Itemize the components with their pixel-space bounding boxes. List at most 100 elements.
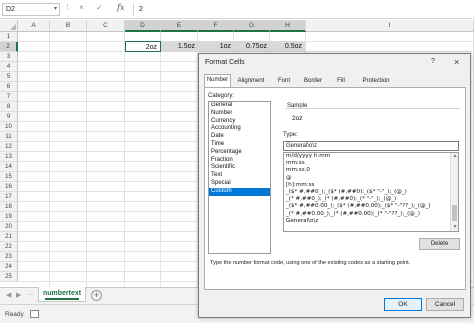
tab-protection[interactable]: Protection [355,75,397,87]
row-header-8[interactable]: 8 [0,102,18,112]
category-item-special[interactable]: Special [209,180,270,188]
delete-button[interactable]: Delete [419,238,460,250]
row-header-15[interactable]: 15 [0,172,18,182]
row-header-9[interactable]: 9 [0,112,18,122]
row-header-7[interactable]: 7 [0,92,18,102]
row-header-17[interactable]: 17 [0,192,18,202]
scroll-right-icon[interactable]: ▶ [16,291,21,299]
column-header-g[interactable]: G [234,20,270,32]
format-list-scrollbar[interactable]: ▲ ▼ [450,153,458,231]
category-item-currency[interactable]: Currency [209,118,270,126]
category-item-general[interactable]: General [209,102,270,110]
column-header-h[interactable]: H [270,20,306,32]
cancel-button[interactable]: Cancel [426,298,464,311]
cell-f2[interactable]: 1oz [198,41,234,52]
format-code-item[interactable]: _(* #,##0.00_);_(* (#,##0.00);_(* "-"??_… [284,211,450,218]
row-header-13[interactable]: 13 [0,152,18,162]
format-code-list[interactable]: m/d/yyyy h:mm mm:ss mm:ss.0 @ [h]:mm:ss _($* … [283,152,459,232]
category-item-fraction[interactable]: Fraction [209,157,270,165]
more-sheets-icon[interactable]: … [27,290,34,297]
scroll-up-icon[interactable]: ▲ [451,153,458,160]
row-header-21[interactable]: 21 [0,232,18,242]
cell-h2[interactable]: 0.5oz [270,41,305,52]
format-code-item[interactable]: [h]:mm:ss [284,182,450,189]
scroll-left-icon[interactable]: ◀ [6,291,11,299]
formula-bar: D2 ▾ ⋮ × ✓ fx 2 [0,0,474,19]
column-header-b[interactable]: B [50,20,87,32]
row-header-16[interactable]: 16 [0,182,18,192]
cancel-entry-icon[interactable]: × [79,3,84,12]
category-item-accounting[interactable]: Accounting [209,125,270,133]
format-code-item[interactable]: @ [284,175,450,182]
column-header-e[interactable]: E [161,20,198,32]
format-code-item[interactable]: m/d/yyyy h:mm [284,153,450,160]
row-header-3[interactable]: 3 [0,52,18,62]
help-icon[interactable]: ? [431,58,435,65]
dialog-title: Format Cells [205,59,245,66]
type-input[interactable]: General\o\z [283,141,459,151]
tab-number[interactable]: Number [204,74,231,88]
column-header-c[interactable]: C [87,20,125,32]
cell-d2[interactable]: 2oz [125,41,161,52]
dialog-tabs: Number Alignment Font Border Fill Protec… [204,74,466,88]
category-item-text[interactable]: Text [209,172,270,180]
category-item-date[interactable]: Date [209,133,270,141]
row-header-4[interactable]: 4 [0,62,18,72]
row-header-18[interactable]: 18 [0,202,18,212]
tab-border[interactable]: Border [298,75,328,87]
ok-button[interactable]: OK [384,298,422,311]
category-item-custom[interactable]: Custom [209,187,270,196]
name-box[interactable]: D2 ▾ [2,3,60,16]
formula-input[interactable]: 2 [133,3,472,16]
page-view-icon[interactable] [30,310,39,318]
row-header-22[interactable]: 22 [0,242,18,252]
add-sheet-icon[interactable]: + [91,290,102,301]
row-header-24[interactable]: 24 [0,262,18,272]
row-header-19[interactable]: 19 [0,212,18,222]
row-header-14[interactable]: 14 [0,162,18,172]
category-item-percentage[interactable]: Percentage [209,149,270,157]
type-label: Type: [283,132,298,138]
sheet-tab-numbertext[interactable]: numbertext [38,287,86,302]
cell-e2[interactable]: 1.5oz [161,41,198,52]
format-code-item[interactable]: _($* #,##0.00_);_($* (#,##0.00);_($* "-"… [284,203,450,210]
row-header-10[interactable]: 10 [0,122,18,132]
status-text: Ready [5,311,24,318]
tab-alignment[interactable]: Alignment [232,75,270,87]
column-header-f[interactable]: F [198,20,234,32]
chevron-down-icon[interactable]: ▾ [54,4,57,15]
insert-function-icon[interactable]: fx [117,3,124,12]
column-header-d[interactable]: D [125,20,161,32]
close-icon[interactable]: × [454,57,459,67]
column-header-i[interactable]: I [306,20,474,32]
format-code-item[interactable]: _($* #,##0_);_($* (#,##0);_($* "-"_);_(@… [284,189,450,196]
cell-g2[interactable]: 0.75oz [234,41,270,52]
format-cells-dialog: Format Cells ? × Number Alignment Font B… [198,53,471,318]
category-item-scientific[interactable]: Scientific [209,164,270,172]
format-code-item[interactable]: mm:ss [284,160,450,167]
row-header-2[interactable]: 2 [0,42,18,52]
scrollbar-thumb[interactable] [452,205,457,221]
row-header-11[interactable]: 11 [0,132,18,142]
format-code-item[interactable]: _(* #,##0_);_(* (#,##0);_(* "-"_);_(@_) [284,196,450,203]
category-item-time[interactable]: Time [209,141,270,149]
select-all-corner[interactable] [0,20,18,32]
format-code-item[interactable]: General\o\z [284,218,450,225]
category-list[interactable]: General Number Currency Accounting Date Time P… [208,101,271,254]
category-item-number[interactable]: Number [209,110,270,118]
format-code-item[interactable]: mm:ss.0 [284,167,450,174]
row-header-12[interactable]: 12 [0,142,18,152]
row-header-6[interactable]: 6 [0,82,18,92]
scroll-down-icon[interactable]: ▼ [451,224,458,231]
column-header-a[interactable]: A [18,20,50,32]
row-header-23[interactable]: 23 [0,252,18,262]
row-header-5[interactable]: 5 [0,72,18,82]
number-tab-panel: Category: General Number Currency Accountin… [204,87,466,290]
row-header-25[interactable]: 25 [0,272,18,282]
sample-value: 2oz [292,115,303,122]
row-header-1[interactable]: 1 [0,32,18,42]
tab-font[interactable]: Font [272,75,296,87]
enter-entry-icon[interactable]: ✓ [96,3,103,12]
row-header-20[interactable]: 20 [0,222,18,232]
tab-fill[interactable]: Fill [330,75,352,87]
